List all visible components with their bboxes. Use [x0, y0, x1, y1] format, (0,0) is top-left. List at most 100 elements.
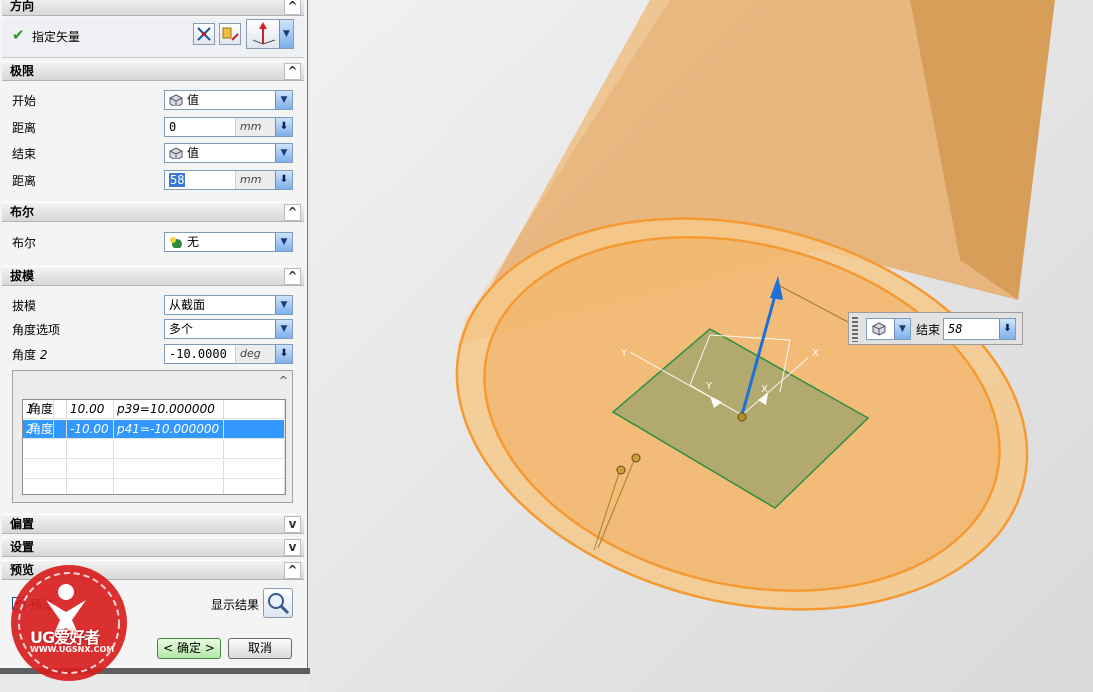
- start-distance-unit: mm: [235, 118, 277, 136]
- end-distance-label: 距离: [12, 174, 37, 188]
- chevron-down-icon[interactable]: v: [284, 516, 301, 533]
- boolean-combo[interactable]: 无 ▼: [164, 232, 293, 252]
- draft-combo[interactable]: 从截面 ▼: [164, 295, 293, 315]
- list-item-expression: p41=-10.000000: [114, 420, 224, 439]
- arrow-down-icon[interactable]: ⬇: [275, 118, 292, 136]
- angle2-label-text: 角度: [12, 348, 37, 362]
- axis-label-x: X: [812, 348, 819, 359]
- pin-point: [616, 465, 626, 475]
- arrow-down-icon[interactable]: ⬇: [275, 345, 292, 363]
- cube-icon: [169, 94, 183, 106]
- floating-input-bar: ▼ 结束 58 ⬇: [848, 312, 1023, 345]
- vector-dialog-icon: [222, 27, 239, 41]
- chevron-up-icon[interactable]: ^: [284, 0, 301, 15]
- start-combo[interactable]: 值 ▼: [164, 90, 293, 110]
- chevron-down-icon[interactable]: ▼: [275, 233, 292, 251]
- drag-handle[interactable]: [852, 317, 858, 342]
- axis-label-y: Y: [620, 348, 628, 359]
- angle-list[interactable]: 角度 1 10.00 p39=10.000000 角度 2 -10.00 p41…: [22, 399, 286, 495]
- ug-watermark-logo: [11, 565, 127, 681]
- section-limits-header[interactable]: 极限 ^: [2, 61, 304, 81]
- angle-option-value: 多个: [169, 322, 194, 336]
- start-value: 值: [187, 93, 200, 107]
- section-draft-title: 拔模: [10, 269, 35, 283]
- chevron-down-icon[interactable]: ▼: [275, 91, 292, 109]
- cube-icon: [169, 147, 183, 159]
- angle2-label: 角度 2: [12, 345, 47, 365]
- angle-list-group: ^ 角度 1 10.00 p39=10.000000 角度 2 -10.00 p…: [12, 370, 293, 503]
- start-distance-field[interactable]: 0 mm ⬇: [164, 117, 293, 137]
- direction-row: ✔ 指定矢量 ▼: [2, 18, 304, 58]
- cube-icon: [872, 322, 886, 336]
- chevron-up-icon[interactable]: ^: [284, 204, 301, 221]
- chevron-down-icon[interactable]: ▼: [275, 320, 292, 338]
- list-item[interactable]: 角度 1 10.00 p39=10.000000: [23, 400, 285, 419]
- list-item[interactable]: 角度 2 -10.00 p41=-10.000000: [23, 420, 285, 439]
- end-distance-value[interactable]: 58: [169, 173, 186, 187]
- arrow-down-icon[interactable]: ⬇: [999, 319, 1015, 339]
- end-value: 值: [187, 146, 200, 160]
- section-boolean-title: 布尔: [10, 205, 35, 219]
- list-item-empty: [224, 420, 285, 439]
- watermark-url: WWW.UGSNX.COM: [30, 645, 115, 654]
- chevron-down-icon[interactable]: ▼: [275, 144, 292, 162]
- float-end-field[interactable]: 58 ⬇: [943, 318, 1016, 340]
- chevron-down-icon[interactable]: ▼: [894, 319, 910, 339]
- show-result-label: 显示结果: [211, 598, 260, 612]
- section-limits-title: 极限: [10, 64, 35, 78]
- show-result-button[interactable]: [263, 588, 293, 618]
- float-type-combo[interactable]: ▼: [866, 318, 911, 340]
- specify-vector-label: 指定矢量: [32, 30, 81, 44]
- section-offset-title: 偏置: [10, 517, 35, 531]
- list-item[interactable]: [23, 460, 285, 479]
- end-combo[interactable]: 值 ▼: [164, 143, 293, 163]
- model-scene: Y X Y X: [455, 0, 1055, 611]
- angle2-value[interactable]: -10.0000: [169, 345, 227, 363]
- section-offset-header[interactable]: 偏置 v: [2, 514, 304, 534]
- origin-point: [737, 412, 747, 422]
- end-distance-field[interactable]: 58 mm ⬇: [164, 170, 293, 190]
- chevron-up-icon[interactable]: ^: [279, 374, 288, 387]
- list-item-empty: [224, 400, 285, 419]
- cancel-button[interactable]: 取消: [228, 638, 292, 659]
- graphics-viewport[interactable]: Y X Y X: [310, 0, 1093, 692]
- chevron-down-icon[interactable]: ▼: [279, 20, 293, 48]
- section-draft-header[interactable]: 拔模 ^: [2, 266, 304, 286]
- start-label: 开始: [12, 94, 37, 108]
- angle-option-combo[interactable]: 多个 ▼: [164, 319, 293, 339]
- angle2-field[interactable]: -10.0000 deg ⬇: [164, 344, 293, 364]
- float-end-value[interactable]: 58: [948, 322, 962, 336]
- arrow-down-icon[interactable]: ⬇: [275, 171, 292, 189]
- angle2-unit: deg: [235, 345, 277, 363]
- float-end-label: 结束: [916, 323, 941, 337]
- reverse-direction-icon: [197, 27, 211, 41]
- section-boolean-header[interactable]: 布尔 ^: [2, 202, 304, 222]
- axis-label-x2: X: [761, 384, 768, 395]
- chevron-down-icon[interactable]: v: [284, 539, 301, 556]
- chevron-down-icon[interactable]: ▼: [275, 296, 292, 314]
- chevron-up-icon[interactable]: ^: [284, 63, 301, 80]
- draft-value: 从截面: [169, 298, 206, 312]
- pin-point: [631, 453, 641, 463]
- section-direction-title: 方向: [10, 0, 35, 13]
- vector-type-dropdown[interactable]: ▼: [246, 19, 294, 49]
- draft-label: 拔模: [12, 299, 37, 313]
- chevron-up-icon[interactable]: ^: [284, 268, 301, 285]
- list-item-value: 10.00: [67, 400, 114, 419]
- list-item-value: -10.00: [67, 420, 114, 439]
- start-distance-label: 距离: [12, 121, 37, 135]
- section-direction-header[interactable]: 方向 ^: [2, 0, 304, 16]
- ok-button[interactable]: < 确定 >: [157, 638, 221, 659]
- chevron-up-icon[interactable]: ^: [284, 562, 301, 579]
- list-item[interactable]: [23, 440, 285, 459]
- list-item[interactable]: [23, 478, 285, 494]
- angle2-label-index: 2: [39, 348, 48, 362]
- section-settings-title: 设置: [10, 540, 35, 554]
- end-distance-unit: mm: [235, 171, 277, 189]
- start-distance-value[interactable]: 0: [169, 118, 176, 136]
- section-settings-header[interactable]: 设置 v: [2, 537, 304, 557]
- vector-axis-icon: [252, 22, 276, 45]
- reverse-direction-button[interactable]: [193, 23, 215, 45]
- end-label: 结束: [12, 147, 37, 161]
- vector-dialog-button[interactable]: [219, 23, 241, 45]
